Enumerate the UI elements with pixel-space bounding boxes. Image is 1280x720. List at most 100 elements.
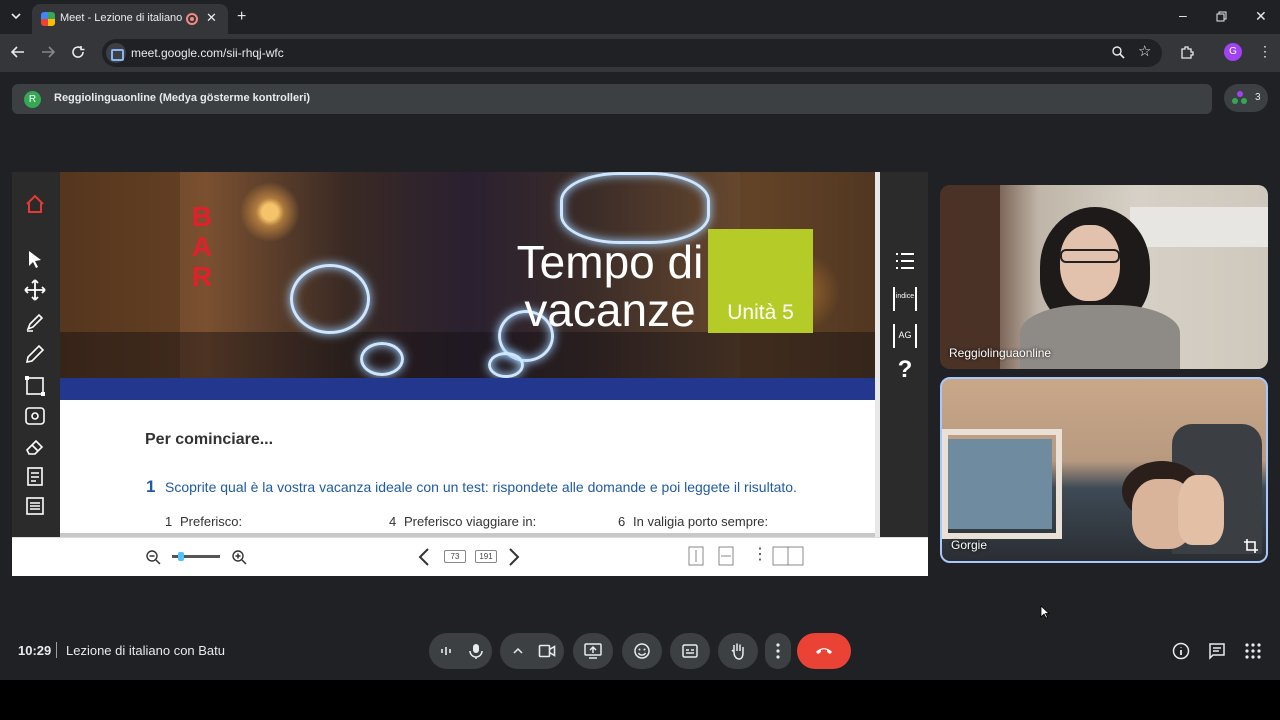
presenter-avatar: R — [24, 91, 41, 108]
presenter-bar[interactable]: R Reggiolinguaonline (Medya gösterme kon… — [12, 84, 1212, 114]
participants-icon — [1232, 91, 1247, 104]
meeting-clock: 10:29 — [18, 643, 52, 658]
tab-search-icon[interactable] — [10, 10, 22, 24]
question-text: In valigia porto sempre: — [633, 514, 769, 529]
participant-tile[interactable]: Reggiolinguaonline — [940, 185, 1268, 369]
audio-level-icon — [441, 647, 451, 655]
grammar-ag-button[interactable]: AG — [893, 324, 917, 348]
camera-icon[interactable] — [538, 644, 556, 658]
snowflake-light — [560, 172, 710, 244]
pencil-icon[interactable] — [23, 342, 47, 366]
index-label: indice — [895, 293, 915, 300]
unit-badge: Unità 5 — [708, 229, 813, 333]
emoji-icon — [634, 643, 650, 659]
tab-title: Meet - Lezione di italiano c — [60, 12, 184, 24]
pointer-icon[interactable] — [23, 247, 47, 271]
site-info-icon[interactable] — [106, 43, 126, 63]
reactions-button[interactable] — [622, 633, 662, 669]
more-options-icon[interactable]: ⋮ — [752, 544, 768, 564]
double-page-icon[interactable] — [772, 546, 804, 566]
door-frame — [940, 185, 1000, 369]
right-toolbar: indice AG ? — [880, 172, 928, 537]
activities-grid-icon[interactable] — [1244, 642, 1262, 660]
highlighter-icon[interactable] — [23, 310, 47, 334]
snowflake-light — [488, 352, 524, 378]
crop-frame-icon[interactable] — [1244, 539, 1258, 553]
browser-toolbar: meet.google.com/sii-rhqj-wfc ☆ G ⋮ — [0, 34, 1280, 72]
total-pages-field: 191 — [475, 550, 497, 563]
raise-hand-button[interactable] — [718, 633, 758, 669]
fit-page-icon[interactable] — [718, 546, 734, 566]
move-icon[interactable] — [23, 278, 47, 302]
exercise-number: 1 — [146, 477, 156, 496]
current-page-field[interactable]: 73 — [444, 550, 466, 563]
next-page-icon[interactable] — [508, 548, 520, 566]
home-icon[interactable] — [23, 192, 47, 216]
zoom-out-icon[interactable] — [145, 549, 161, 565]
minimize-window-icon[interactable]: – — [1179, 8, 1187, 22]
reload-icon[interactable] — [71, 45, 85, 61]
restore-window-icon[interactable] — [1216, 10, 1227, 24]
participant-glasses — [1060, 249, 1120, 263]
help-button[interactable]: ? — [894, 356, 916, 384]
captions-button[interactable] — [670, 633, 710, 669]
taskbar-area — [0, 680, 1280, 720]
crop-area-icon[interactable] — [23, 374, 47, 398]
browser-menu-icon[interactable]: ⋮ — [1258, 44, 1272, 58]
zoom-icon[interactable] — [1112, 46, 1125, 61]
end-call-button[interactable] — [797, 633, 851, 669]
prev-page-icon[interactable] — [418, 548, 430, 566]
question-number: 1 — [165, 514, 173, 529]
page-content: Per cominciare... 1 Scoprite qual è la v… — [60, 400, 875, 537]
table-of-contents-icon[interactable] — [894, 250, 916, 272]
question-number: 6 — [618, 514, 626, 529]
left-toolbar — [12, 172, 60, 537]
present-screen-button[interactable] — [573, 633, 613, 669]
presentation-bottom-bar: 73 191 ⋮ — [12, 537, 928, 576]
close-window-icon[interactable]: ✕ — [1255, 9, 1267, 23]
zoom-in-icon[interactable] — [231, 549, 247, 565]
extensions-icon[interactable] — [1180, 45, 1194, 61]
browser-tab-bar: Meet - Lezione di italiano c ✕ + – ✕ — [0, 0, 1280, 34]
participant-face — [1060, 225, 1120, 301]
chat-icon[interactable] — [1208, 642, 1226, 660]
captions-icon — [682, 644, 698, 658]
present-screen-icon — [584, 643, 602, 659]
question-text: Preferisco: — [180, 514, 243, 529]
browser-tab-meet[interactable]: Meet - Lezione di italiano c ✕ — [32, 4, 228, 34]
question-number: 4 — [389, 514, 397, 529]
zoom-slider[interactable] — [172, 552, 220, 561]
unit-title: Tempo di vacanze — [516, 236, 704, 336]
index-button[interactable]: indice — [893, 287, 917, 311]
more-vertical-icon — [776, 643, 780, 659]
more-options-button[interactable] — [765, 633, 791, 669]
address-bar[interactable]: meet.google.com/sii-rhqj-wfc ☆ — [102, 39, 1162, 67]
participant-name: Gorgie — [951, 538, 988, 552]
text-list-icon[interactable] — [23, 494, 47, 518]
profile-avatar[interactable]: G — [1224, 43, 1242, 61]
bookmark-star-icon[interactable]: ☆ — [1138, 44, 1151, 59]
fit-width-icon[interactable] — [688, 546, 704, 566]
participant-tile-active[interactable]: Gorgie — [940, 377, 1268, 563]
close-tab-icon[interactable]: ✕ — [206, 10, 217, 26]
url-text: meet.google.com/sii-rhqj-wfc — [131, 46, 284, 60]
presenter-label: Reggiolinguaonline (Medya gösterme kontr… — [54, 92, 311, 104]
eraser-icon[interactable] — [23, 434, 47, 458]
participants-button[interactable]: 3 — [1224, 84, 1268, 112]
new-tab-icon[interactable]: + — [237, 9, 246, 25]
notes-icon[interactable] — [23, 464, 47, 488]
meeting-info-icon[interactable] — [1172, 642, 1190, 660]
microphone-icon[interactable] — [469, 643, 483, 659]
forward-arrow-icon[interactable] — [41, 45, 56, 61]
eye-icon[interactable] — [23, 404, 47, 428]
question-text: Preferisco viaggiare in: — [404, 514, 537, 529]
whiteboard — [1130, 207, 1268, 247]
waving-hand — [1178, 475, 1224, 545]
meet-stage: R Reggiolinguaonline (Medya gösterme kon… — [0, 72, 1280, 680]
back-arrow-icon[interactable] — [10, 45, 25, 61]
zoom-slider-handle[interactable] — [178, 552, 184, 561]
shared-presentation[interactable]: B A R Tempo di vacanze Unità 5 Per comin… — [12, 172, 928, 576]
raise-hand-icon — [731, 643, 744, 660]
meet-favicon-icon — [41, 12, 55, 26]
camera-options-chevron-icon[interactable] — [513, 647, 523, 655]
